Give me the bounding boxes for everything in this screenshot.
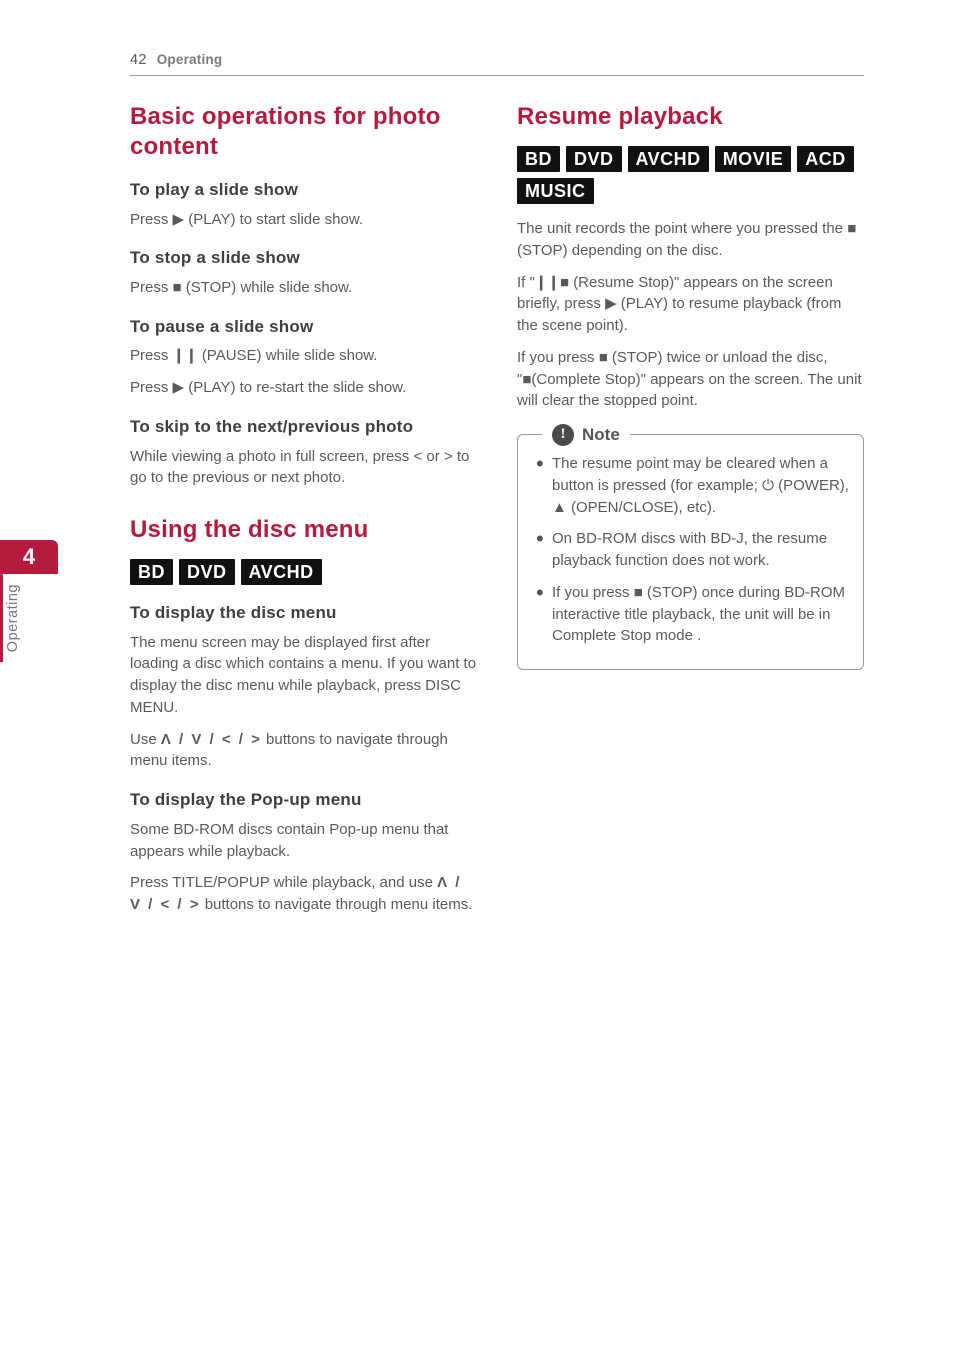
left-column: Basic operations for photo content To pl… (130, 102, 477, 926)
text-resume-3: If you press ■ (STOP) twice or unload th… (517, 347, 864, 412)
note-box: ! Note The resume point may be cleared w… (517, 434, 864, 670)
side-tab-number: 4 (0, 540, 58, 574)
text-popup-1: Some BD-ROM discs contain Pop-up menu th… (130, 819, 477, 863)
text-display-disc-1: The menu screen may be displayed first a… (130, 632, 477, 719)
badge-dvd: DVD (566, 146, 622, 172)
badge-music: MUSIC (517, 178, 594, 204)
text-stop-slide: Press ■ (STOP) while slide show. (130, 277, 477, 299)
heading-basic-ops: Basic operations for photo content (130, 102, 477, 162)
note-item: If you press ■ (STOP) once during BD-ROM… (536, 582, 849, 647)
badge-acd: ACD (797, 146, 854, 172)
note-item: The resume point may be cleared when a b… (536, 453, 849, 518)
note-list: The resume point may be cleared when a b… (536, 453, 849, 647)
text-resume-1: The unit records the point where you pre… (517, 218, 864, 262)
page-header: 42 Operating (130, 50, 864, 76)
heading-popup-menu: To display the Pop-up menu (130, 788, 477, 813)
info-icon: ! (552, 424, 574, 446)
text-frag: Use (130, 731, 161, 748)
badges-disc-menu: BD DVD AVCHD (130, 559, 477, 585)
note-label: ! Note (542, 423, 630, 448)
heading-play-slide: To play a slide show (130, 178, 477, 203)
note-item: On BD-ROM discs with BD-J, the resume pl… (536, 528, 849, 572)
page-number: 42 (130, 50, 147, 71)
page-section: Operating (157, 50, 223, 70)
note-label-text: Note (582, 423, 620, 448)
badge-avchd: AVCHD (241, 559, 322, 585)
text-pause-slide-1: Press ❙❙ (PAUSE) while slide show. (130, 345, 477, 367)
badges-resume: BD DVD AVCHD MOVIE ACD MUSIC (517, 146, 864, 204)
text-pause-slide-2: Press ▶ (PLAY) to re-start the slide sho… (130, 377, 477, 399)
text-resume-2: If "❙❙■ (Resume Stop)" appears on the sc… (517, 272, 864, 337)
right-column: Resume playback BD DVD AVCHD MOVIE ACD M… (517, 102, 864, 926)
text-skip-photo: While viewing a photo in full screen, pr… (130, 446, 477, 490)
badge-avchd: AVCHD (628, 146, 709, 172)
heading-display-disc: To display the disc menu (130, 601, 477, 626)
heading-pause-slide: To pause a slide show (130, 315, 477, 340)
badge-movie: MOVIE (715, 146, 792, 172)
heading-disc-menu: Using the disc menu (130, 515, 477, 545)
text-frag: Press TITLE/POPUP while playback, and us… (130, 874, 437, 891)
heading-stop-slide: To stop a slide show (130, 246, 477, 271)
nav-arrows-icon: Λ / V / < / > (161, 731, 262, 748)
badge-bd: BD (517, 146, 560, 172)
text-display-disc-2: Use Λ / V / < / > buttons to navigate th… (130, 729, 477, 773)
text-play-slide: Press ▶ (PLAY) to start slide show. (130, 209, 477, 231)
text-frag: buttons to navigate through menu items. (201, 896, 473, 913)
badge-bd: BD (130, 559, 173, 585)
heading-skip-photo: To skip to the next/previous photo (130, 415, 477, 440)
text-popup-2: Press TITLE/POPUP while playback, and us… (130, 872, 477, 916)
side-tab-label: Operating (0, 574, 58, 662)
side-tab: 4 Operating (0, 540, 58, 662)
heading-resume: Resume playback (517, 102, 864, 132)
badge-dvd: DVD (179, 559, 235, 585)
